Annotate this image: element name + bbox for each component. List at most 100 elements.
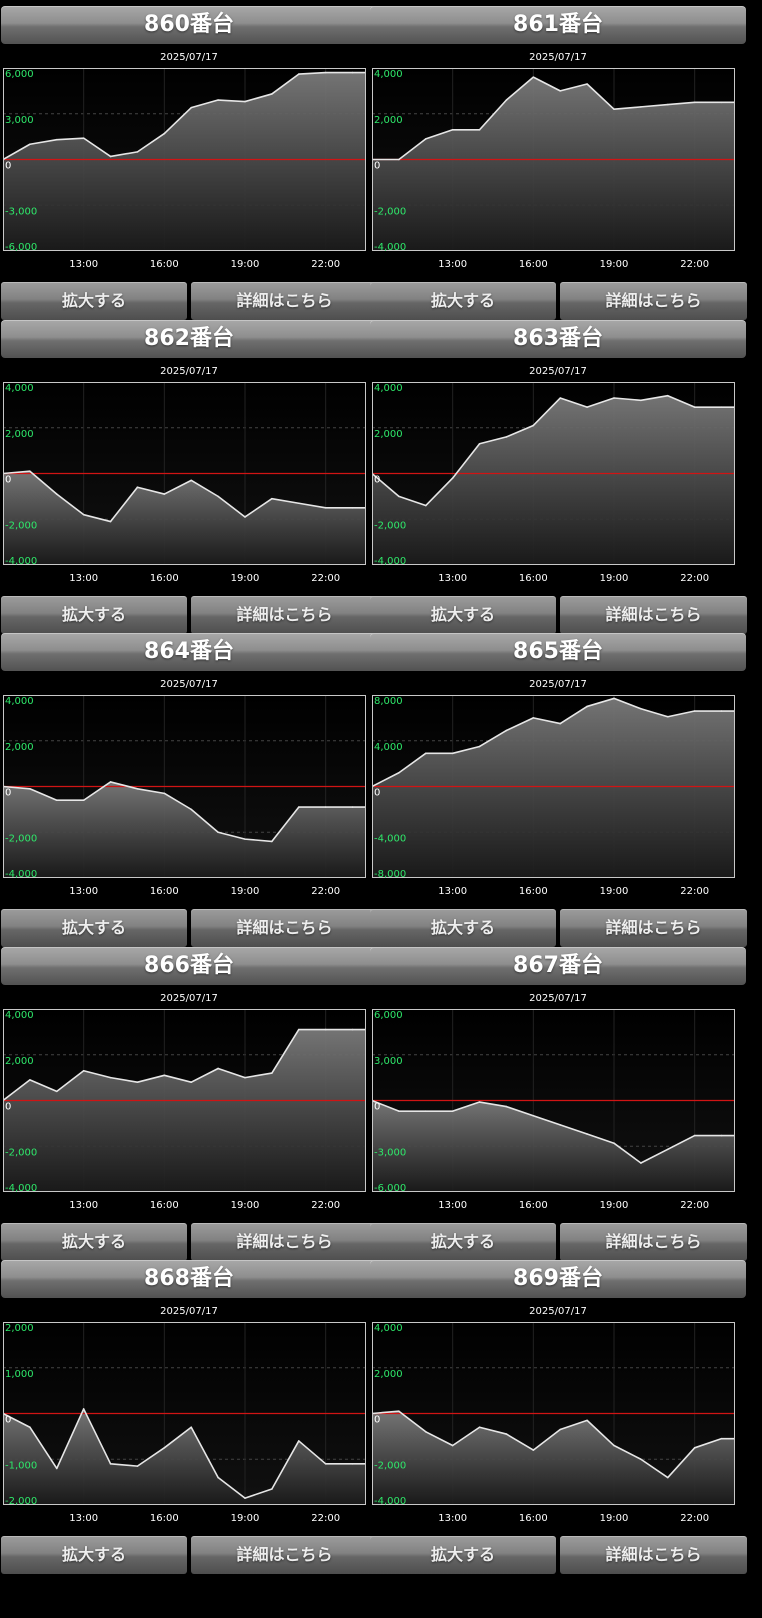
y-tick-label: -2,000: [374, 520, 406, 531]
y-tick-label: 2,000: [374, 115, 403, 126]
data-point: [613, 1444, 615, 1447]
payout-chart: 4,000 2,000 0 -2,000 -4,000 13:00 16:00 19:00 22…: [372, 1322, 747, 1530]
y-tick-label: -6,000: [5, 242, 37, 253]
data-point: [424, 1431, 427, 1433]
data-point: [640, 106, 642, 108]
x-tick-label: 16:00: [519, 573, 548, 584]
x-tick-label: 22:00: [680, 1200, 709, 1211]
x-tick-label: 16:00: [519, 259, 548, 270]
data-point: [29, 1426, 31, 1429]
data-point: [217, 1067, 219, 1069]
details-button[interactable]: 詳細はこちら: [560, 1536, 747, 1574]
data-point: [351, 1028, 354, 1030]
data-point: [297, 501, 300, 504]
data-point: [109, 520, 112, 522]
chart-svg: 6,000 3,000 0 -3,000 -6,000 13:00 16:00 19:00 22…: [372, 1008, 735, 1211]
data-point: [505, 99, 508, 101]
data-point: [82, 1069, 85, 1072]
data-point: [217, 495, 219, 497]
data-point: [324, 1463, 327, 1465]
data-point: [720, 405, 723, 408]
data-point: [505, 1105, 508, 1107]
x-tick-label: 19:00: [231, 259, 260, 270]
x-tick-label: 19:00: [600, 573, 629, 584]
chart-svg: 4,000 2,000 0 -2,000 -4,000 13:00 16:00 19:00 22…: [372, 381, 735, 584]
x-tick-label: 22:00: [680, 1513, 709, 1524]
x-tick-label: 16:00: [150, 573, 179, 584]
y-tick-label: -3,000: [5, 206, 37, 217]
y-tick-label: 0: [5, 1101, 11, 1112]
y-tick-label: 0: [5, 788, 11, 799]
payout-chart: 4,000 2,000 0 -2,000 -4,000 13:00 16:00 19:00 22…: [3, 381, 378, 590]
data-point: [271, 497, 273, 499]
x-tick-label: 22:00: [311, 259, 340, 270]
x-tick-label: 22:00: [680, 573, 709, 584]
data-point: [720, 1134, 723, 1136]
data-point: [136, 1465, 139, 1467]
y-tick-label: -2,000: [5, 520, 37, 531]
x-tick-label: 19:00: [600, 1513, 629, 1524]
chart-date: 2025/07/17: [160, 52, 218, 63]
x-tick-label: 13:00: [69, 1200, 98, 1211]
x-tick-label: 22:00: [311, 1513, 340, 1524]
machine-panel: 868番台 2025/07/17 2,000 1,000 0 -1,000 -2,000 13…: [0, 1254, 378, 1574]
y-tick-label: -2,000: [374, 1460, 406, 1471]
data-point: [640, 1458, 642, 1461]
x-tick-label: 19:00: [231, 1513, 260, 1524]
y-tick-label: 0: [5, 1415, 11, 1426]
zoom-button[interactable]: 拡大する: [1, 1536, 187, 1574]
details-button[interactable]: 詳細はこちら: [191, 1536, 378, 1574]
data-point: [586, 405, 588, 408]
x-tick-label: 13:00: [438, 259, 467, 270]
x-tick-label: 13:00: [69, 573, 98, 584]
machine-title: 861番台: [370, 6, 746, 44]
data-point: [693, 1134, 696, 1136]
machine-panel: 867番台 2025/07/17 6,000 3,000 0 -3,000 -6,000 13…: [369, 941, 747, 1261]
data-point: [163, 1447, 166, 1449]
x-tick-label: 13:00: [438, 1200, 467, 1211]
y-tick-label: -6,000: [374, 1183, 406, 1194]
data-point: [693, 710, 696, 712]
machine-grid: 860番台 2025/07/17 6,000 3,000 0 -3,000 -6,000 13…: [0, 0, 762, 1618]
data-point: [478, 442, 481, 445]
x-tick-label: 13:00: [69, 259, 98, 270]
y-tick-label: -4,000: [5, 1183, 37, 1194]
y-tick-label: -8,000: [374, 869, 406, 880]
machine-title: 868番台: [1, 1260, 377, 1298]
data-point: [163, 132, 166, 135]
zoom-button[interactable]: 拡大する: [370, 1536, 556, 1574]
data-point: [398, 1109, 400, 1112]
data-point: [351, 806, 354, 808]
machine-title: 862番台: [1, 319, 377, 358]
x-tick-label: 16:00: [150, 1513, 179, 1524]
y-tick-label: 3,000: [374, 1055, 403, 1066]
data-point: [190, 1080, 193, 1083]
data-point: [451, 476, 454, 479]
data-point: [398, 495, 400, 497]
y-tick-label: 0: [374, 474, 380, 485]
machine-panel: 862番台 2025/07/17 4,000 2,000 0 -2,000 -4,000 13…: [0, 314, 378, 634]
x-tick-label: 13:00: [438, 886, 467, 897]
machine-panel: 865番台 2025/07/17 8,000 4,000 0 -4,000 -8,000 13…: [369, 627, 747, 947]
x-tick-label: 22:00: [311, 886, 340, 897]
data-point: [244, 1497, 246, 1499]
data-point: [109, 1076, 112, 1078]
data-point: [666, 394, 669, 397]
data-point: [55, 799, 58, 802]
data-point: [532, 424, 535, 426]
x-tick-label: 19:00: [231, 1200, 260, 1211]
data-point: [217, 99, 219, 101]
data-point: [244, 1076, 246, 1078]
y-tick-label: 0: [374, 1415, 380, 1426]
data-point: [29, 143, 31, 146]
data-point: [324, 506, 327, 509]
data-point: [163, 1074, 166, 1076]
data-point: [613, 697, 615, 700]
data-point: [55, 492, 58, 495]
machine-title: 860番台: [1, 6, 377, 44]
chart-svg: 8,000 4,000 0 -4,000 -8,000 13:00 16:00 19:00 22…: [372, 695, 735, 897]
data-point: [478, 1426, 481, 1429]
payout-chart: 4,000 2,000 0 -2,000 -4,000 13:00 16:00 19:00 22…: [3, 695, 378, 903]
y-tick-label: 2,000: [374, 428, 403, 439]
y-tick-label: -4,000: [374, 1496, 406, 1507]
